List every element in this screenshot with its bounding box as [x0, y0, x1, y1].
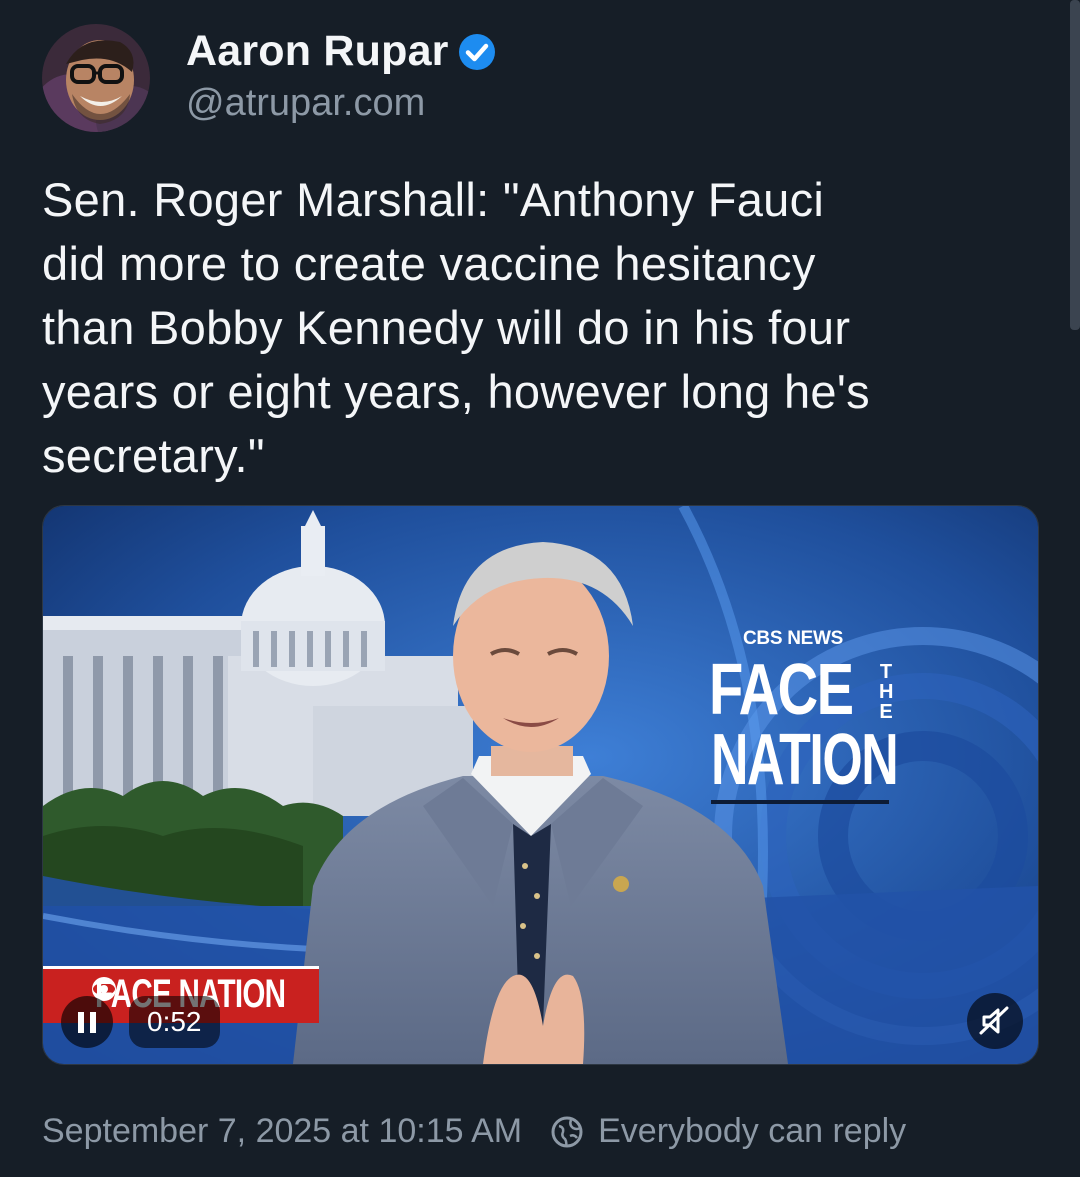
post-timestamp[interactable]: September 7, 2025 at 10:15 AM: [42, 1112, 522, 1151]
show-logo-the: THE: [879, 661, 894, 723]
display-name-row: Aaron Rupar: [186, 27, 497, 76]
verified-check-icon: [457, 32, 497, 72]
post-page: Aaron Rupar @atrupar.com Sen. Roger Mars…: [0, 0, 1080, 1177]
muted-speaker-icon: [979, 1006, 1009, 1035]
show-logo-rule: [711, 800, 889, 804]
post-text: Sen. Roger Marshall: "Anthony Fauci did …: [42, 173, 870, 482]
scrollbar[interactable]: [1070, 0, 1080, 330]
avatar[interactable]: [42, 24, 150, 132]
post-footer: September 7, 2025 at 10:15 AM Everybody …: [42, 1112, 906, 1151]
pause-icon-bar: [90, 1012, 96, 1033]
author-names: Aaron Rupar @atrupar.com: [186, 27, 497, 125]
video-player[interactable]: CBS NEWS FACE THE NATION FACE NATION 0:5…: [42, 505, 1039, 1065]
pause-icon: [78, 1012, 84, 1033]
post-header: Aaron Rupar @atrupar.com: [42, 24, 497, 132]
globe-icon: [551, 1116, 583, 1147]
video-time: 0:52: [129, 996, 220, 1048]
network-logo: CBS NEWS: [743, 628, 843, 649]
show-logo-face: FACE: [709, 650, 854, 730]
mute-button[interactable]: [967, 993, 1023, 1049]
pause-button[interactable]: [61, 996, 113, 1048]
reply-setting[interactable]: Everybody can reply: [598, 1112, 906, 1151]
author-handle[interactable]: @atrupar.com: [186, 82, 497, 125]
show-logo-nation: NATION: [711, 720, 899, 800]
display-name[interactable]: Aaron Rupar: [186, 27, 449, 76]
